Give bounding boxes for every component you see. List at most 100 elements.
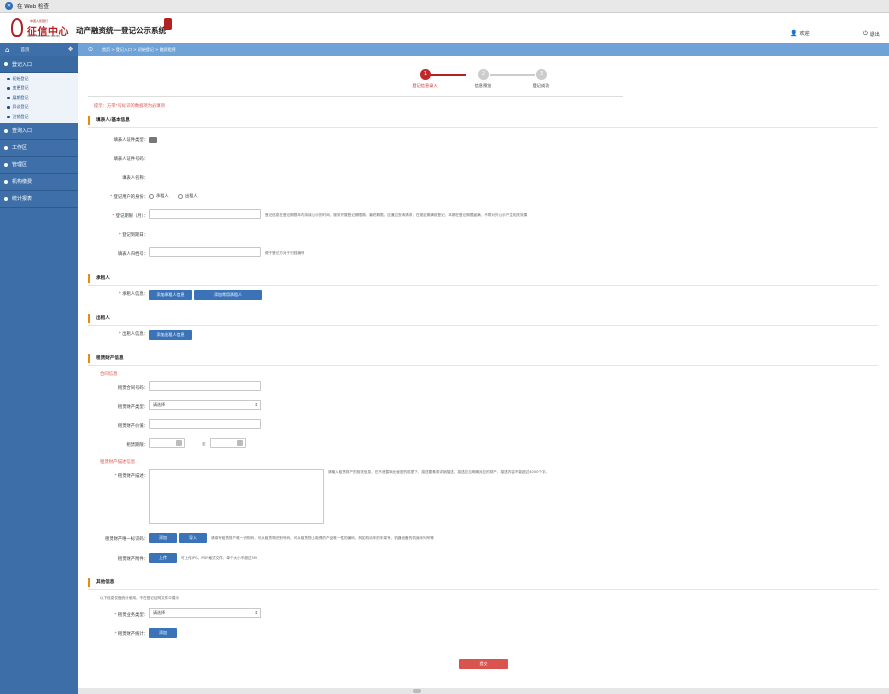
bullet-icon bbox=[7, 115, 10, 118]
add-common-lessee-button[interactable]: 添加常用承租人 bbox=[194, 290, 262, 300]
role-radio-lessor[interactable]: 出租人 bbox=[178, 193, 198, 199]
sidebar-submenu: 初始登记 变更登记 展期登记 异议登记 注销登记 bbox=[0, 73, 78, 123]
chevron-down-icon: ⇕ bbox=[254, 402, 258, 407]
group-dot-icon bbox=[4, 145, 8, 150]
upload-button[interactable]: 上传 bbox=[149, 553, 177, 563]
sidebar-group-label: 登记入口 bbox=[12, 61, 33, 68]
lessor-info-label: * 出租人信息： bbox=[118, 332, 148, 337]
sidebar-item-label: 展期登记 bbox=[12, 94, 29, 100]
section-other: 其他信息 bbox=[88, 576, 114, 588]
property-desc-help: 请输入租赁财产的相关信息，在不泄露商业秘密的前提下，描述要素或详细描述，描述应当… bbox=[328, 470, 550, 474]
filler-name-label: 填表人名称： bbox=[122, 176, 148, 181]
app-icon: ✕ bbox=[5, 2, 13, 10]
period-input[interactable] bbox=[149, 209, 261, 219]
contract-subtitle: 合同信息 bbox=[100, 372, 118, 377]
settings-icon[interactable]: ✥ bbox=[68, 46, 73, 53]
ref-help: 便于登记方对于归档编号 bbox=[265, 251, 305, 255]
sidebar-item-label: 变更登记 bbox=[12, 85, 29, 91]
step-1-marker: 1 bbox=[420, 69, 431, 80]
period-label: * 登记期限（月）： bbox=[112, 214, 148, 219]
scrollbar-thumb[interactable] bbox=[413, 689, 421, 693]
sidebar: 登记入口 初始登记 变更登记 展期登记 异议登记 注销登记 查询入口 工作区 管… bbox=[0, 56, 78, 694]
section-divider bbox=[88, 285, 878, 286]
bullet-icon bbox=[7, 87, 10, 90]
breadcrumb: ⊙ 首页 > 登记入口 > 初始登记 > 融资租赁 bbox=[88, 43, 176, 56]
sidebar-group-workspace[interactable]: 工作区 bbox=[0, 139, 78, 157]
sidebar-group-payment[interactable]: 机构缴费 bbox=[0, 173, 78, 191]
sidebar-item-initial[interactable]: 初始登记 bbox=[0, 74, 78, 84]
term-to-label: 至 bbox=[202, 442, 206, 446]
property-type-label: 租赁财产类型： bbox=[117, 405, 148, 410]
section-bar bbox=[88, 353, 90, 363]
home-icon: ⌂ bbox=[5, 45, 10, 54]
sidebar-item-objection[interactable]: 异议登记 bbox=[0, 103, 78, 113]
section-bar bbox=[88, 313, 90, 323]
property-desc-subtitle: 租赁财产描述信息 bbox=[100, 460, 136, 465]
bullet-icon bbox=[7, 77, 10, 80]
sidebar-item-label: 异议登记 bbox=[12, 104, 29, 110]
radio-label: 承租人 bbox=[156, 193, 169, 198]
sidebar-item-change[interactable]: 变更登记 bbox=[0, 84, 78, 94]
user-icon: 👤 bbox=[790, 30, 798, 37]
step-2-label: 信息预览 bbox=[474, 83, 492, 88]
step-2-marker: 2 bbox=[478, 69, 489, 80]
biz-type-select[interactable]: 请选择 ⇕ bbox=[149, 608, 261, 618]
property-desc-textarea[interactable] bbox=[149, 469, 324, 524]
user-link[interactable]: 👤 欢迎 bbox=[790, 30, 852, 37]
property-id-label: 租赁财产唯一标识码： bbox=[105, 537, 148, 542]
section-divider bbox=[88, 325, 878, 326]
section-bar bbox=[88, 577, 90, 587]
id-card-icon bbox=[149, 137, 157, 143]
select-value: 请选择 bbox=[153, 610, 165, 615]
progress-steps: 1 2 3 登记信息录入 信息预览 登记成功 bbox=[408, 69, 549, 99]
property-type-select[interactable]: 请选择 ⇕ bbox=[149, 400, 261, 410]
group-dot-icon bbox=[4, 128, 8, 133]
horizontal-scrollbar[interactable] bbox=[78, 688, 889, 694]
ref-label: 填表人归档号： bbox=[117, 252, 148, 257]
exit-button[interactable]: ⏻ 退出 bbox=[863, 30, 880, 38]
home-nav[interactable]: ⌂ 首页 ✥ bbox=[0, 43, 78, 56]
divider bbox=[88, 96, 623, 97]
sidebar-group-query[interactable]: 查询入口 bbox=[0, 122, 78, 140]
step-connector bbox=[490, 74, 535, 76]
sidebar-group-admin[interactable]: 管理区 bbox=[0, 156, 78, 174]
contract-no-input[interactable] bbox=[149, 381, 261, 391]
sidebar-group-register[interactable]: 登记入口 bbox=[0, 56, 78, 73]
section-title: 承租人 bbox=[96, 276, 110, 281]
window-title: 在 Web 检查 bbox=[17, 4, 49, 10]
required-hint: 提示：方带*号标识的数据项为必填项 bbox=[94, 104, 165, 109]
select-value: 请选择 bbox=[153, 402, 165, 407]
user-name-redacted bbox=[822, 32, 852, 36]
sidebar-group-label: 查询入口 bbox=[12, 128, 33, 134]
sidebar-item-cancel[interactable]: 注销登记 bbox=[0, 112, 78, 122]
property-value-input[interactable] bbox=[149, 419, 261, 429]
role-radio-lessee[interactable]: 承租人 bbox=[149, 193, 169, 199]
logo-icon bbox=[11, 18, 23, 37]
section-bar bbox=[88, 273, 90, 283]
add-lessee-button[interactable]: 添加承租人信息 bbox=[149, 290, 192, 300]
submit-button[interactable]: 提交 bbox=[459, 659, 508, 669]
add-stat-button[interactable]: 添加 bbox=[149, 628, 177, 638]
site-header: 中国人民银行 征信中心 CREDIT REFERENCE CENTER 动产融资… bbox=[0, 13, 889, 43]
add-lessor-button[interactable]: 添加出租人信息 bbox=[149, 330, 192, 340]
nav-bar: ⌂ 首页 ✥ ⊙ 首页 > 登记入口 > 初始登记 > 融资租赁 bbox=[0, 43, 889, 56]
calendar-icon[interactable] bbox=[237, 440, 243, 446]
group-dot-icon bbox=[4, 162, 8, 167]
bullet-icon bbox=[7, 106, 10, 109]
section-title: 租赁财产信息 bbox=[96, 356, 124, 361]
add-id-button[interactable]: 添加 bbox=[149, 533, 177, 543]
section-lessee: 承租人 bbox=[88, 272, 110, 284]
import-id-button[interactable]: 导入 bbox=[179, 533, 207, 543]
calendar-icon[interactable] bbox=[176, 440, 182, 446]
sidebar-group-stats[interactable]: 统计报表 bbox=[0, 190, 78, 208]
step-1-label: 登记信息录入 bbox=[412, 83, 438, 88]
sidebar-item-extend[interactable]: 展期登记 bbox=[0, 93, 78, 103]
lease-term-label: 租赁期限： bbox=[126, 443, 148, 448]
sidebar-group-label: 工作区 bbox=[12, 145, 28, 151]
section-bar bbox=[88, 115, 90, 125]
ref-input[interactable] bbox=[149, 247, 261, 257]
sidebar-group-label: 统计报表 bbox=[12, 196, 33, 202]
sidebar-item-label: 注销登记 bbox=[12, 113, 29, 119]
group-dot-icon bbox=[4, 62, 8, 66]
section-lease-property: 租赁财产信息 bbox=[88, 352, 124, 364]
